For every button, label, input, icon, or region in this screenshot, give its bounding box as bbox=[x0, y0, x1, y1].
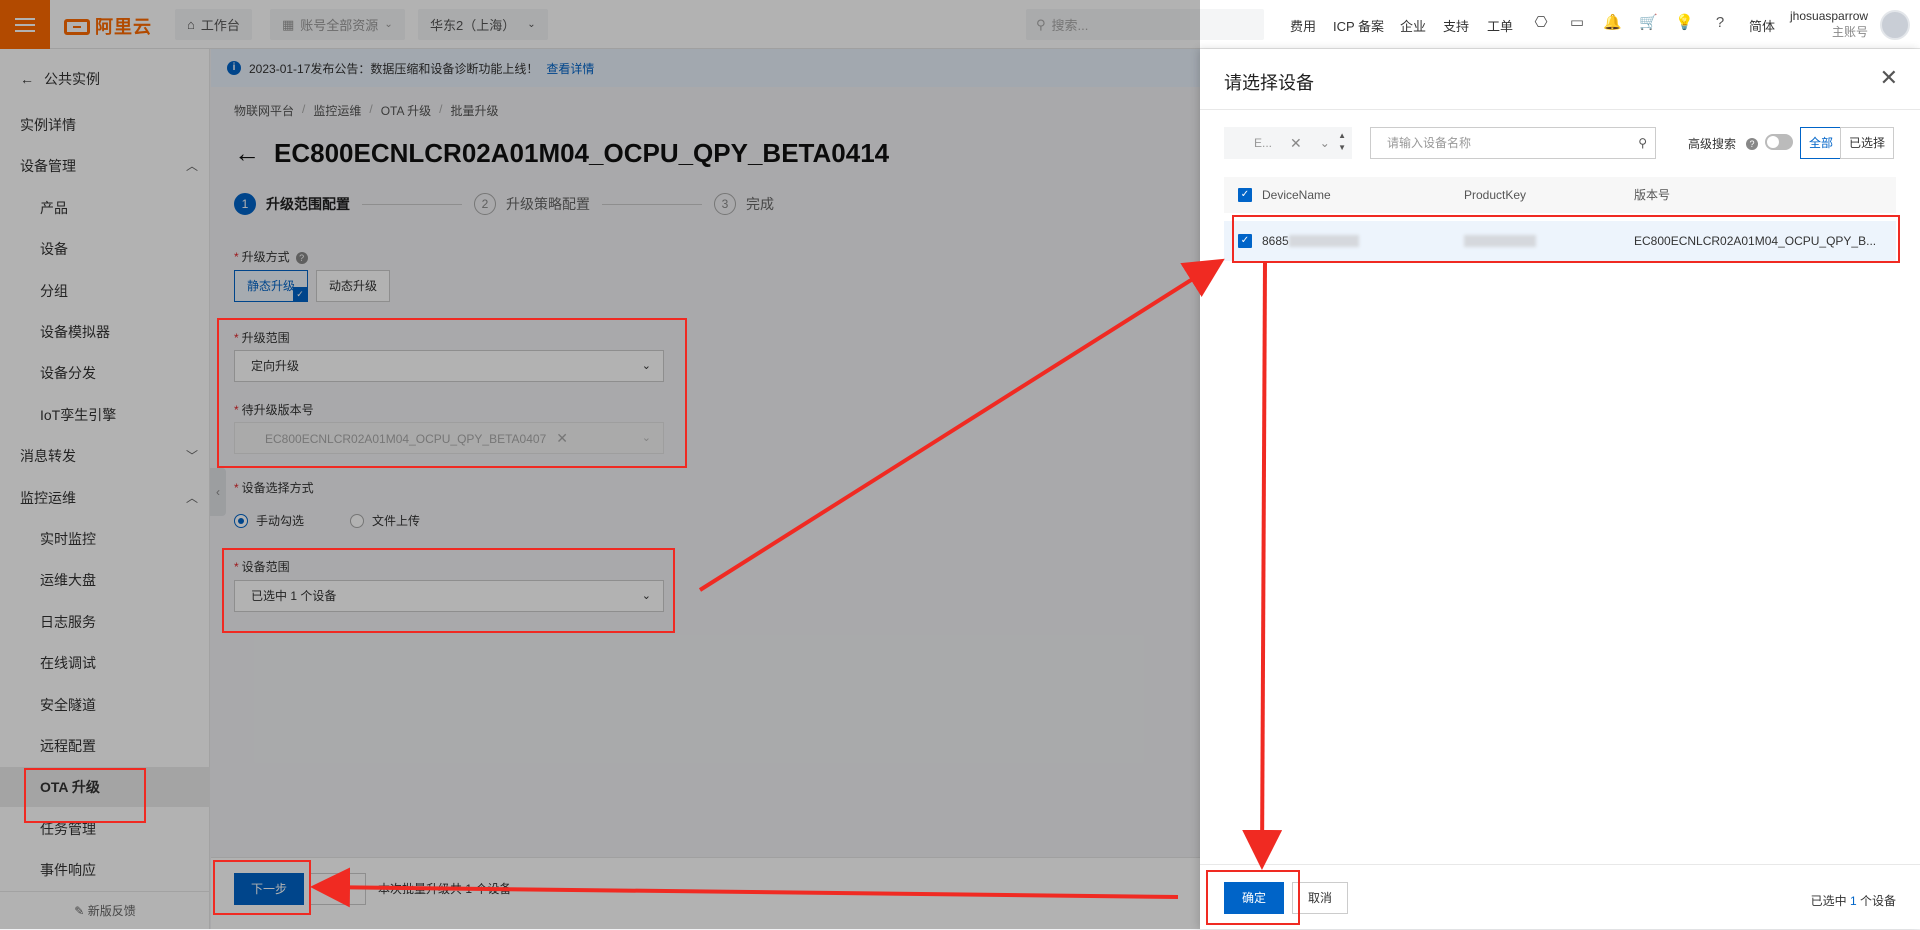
user-name: jhosuasparrow bbox=[1790, 9, 1869, 23]
annotation-box-ota bbox=[24, 768, 146, 823]
close-icon[interactable]: ✕ bbox=[1880, 65, 1898, 91]
select-all-checkbox[interactable]: ✓ bbox=[1238, 188, 1252, 202]
top-link-icp[interactable]: ICP 备案 bbox=[1333, 16, 1384, 35]
top-link-billing[interactable]: 费用 bbox=[1290, 16, 1316, 35]
selected-count-number: 1 bbox=[1849, 894, 1857, 908]
selected-prefix: 已选中 bbox=[1810, 894, 1847, 908]
help-icon[interactable]: ? bbox=[1746, 137, 1759, 150]
user-role: 主账号 bbox=[1832, 25, 1869, 39]
search-icon[interactable]: ⚲ bbox=[1638, 128, 1647, 158]
filter-all-tab[interactable]: 全部 bbox=[1800, 127, 1843, 159]
table-header: ✓ DeviceName ProductKey 版本号 bbox=[1224, 177, 1896, 213]
column-header-devicename: DeviceName bbox=[1262, 188, 1331, 202]
clear-icon[interactable]: ✕ bbox=[1290, 135, 1302, 152]
select-device-drawer: 请选择设备 ✕ E... ✕ ⌄ ▲ ▼ 请输入设备名称 ⚲ 高级搜索? 全部 已选… bbox=[1200, 49, 1920, 929]
terminal-icon[interactable]: ▭ bbox=[1568, 14, 1586, 32]
filter-selected-tab[interactable]: 已选择 bbox=[1840, 127, 1895, 159]
annotation-box-device-range bbox=[222, 548, 675, 633]
search-placeholder: 请输入设备名称 bbox=[1387, 136, 1472, 150]
device-name-search-input[interactable]: 请输入设备名称 ⚲ bbox=[1370, 127, 1656, 159]
cart-icon[interactable]: 🛒 bbox=[1639, 14, 1658, 32]
product-filter-select[interactable]: E... ✕ ⌄ ▲ ▼ bbox=[1224, 127, 1352, 159]
top-link-support[interactable]: 支持 bbox=[1443, 16, 1469, 35]
code-icon[interactable]: ⎔ bbox=[1532, 14, 1550, 32]
advanced-search-toggle[interactable] bbox=[1765, 134, 1793, 150]
top-link-ticket[interactable]: 工单 bbox=[1487, 16, 1513, 35]
chevron-down-icon: ⌄ bbox=[1319, 136, 1330, 150]
help-icon[interactable]: ? bbox=[1711, 14, 1729, 32]
column-header-version: 版本号 bbox=[1634, 188, 1671, 202]
annotation-box-row bbox=[1232, 215, 1900, 263]
user-info[interactable]: jhosuasparrow 主账号 bbox=[1790, 8, 1868, 40]
annotation-box-next bbox=[213, 860, 311, 915]
bell-icon[interactable]: 🔔 bbox=[1603, 14, 1622, 32]
language-switch[interactable]: 简体 bbox=[1749, 16, 1775, 35]
lightbulb-icon[interactable]: 💡 bbox=[1675, 14, 1694, 32]
filter-value: E... bbox=[1254, 136, 1273, 150]
avatar[interactable] bbox=[1880, 10, 1910, 40]
selected-suffix: 个设备 bbox=[1859, 894, 1896, 908]
drawer-title: 请选择设备 bbox=[1224, 73, 1314, 93]
advanced-search-text: 高级搜索 bbox=[1688, 137, 1737, 151]
drawer-cancel-button[interactable]: 取消 bbox=[1292, 882, 1348, 914]
column-header-productkey: ProductKey bbox=[1464, 188, 1527, 202]
top-link-enterprise[interactable]: 企业 bbox=[1400, 16, 1426, 35]
advanced-search-label: 高级搜索? bbox=[1688, 135, 1759, 152]
annotation-box-confirm bbox=[1206, 870, 1300, 925]
stepper-arrows-icon[interactable]: ▲ ▼ bbox=[1338, 130, 1346, 154]
annotation-box-scope bbox=[217, 318, 687, 468]
selected-count: 已选中 1 个设备 bbox=[1811, 892, 1896, 909]
